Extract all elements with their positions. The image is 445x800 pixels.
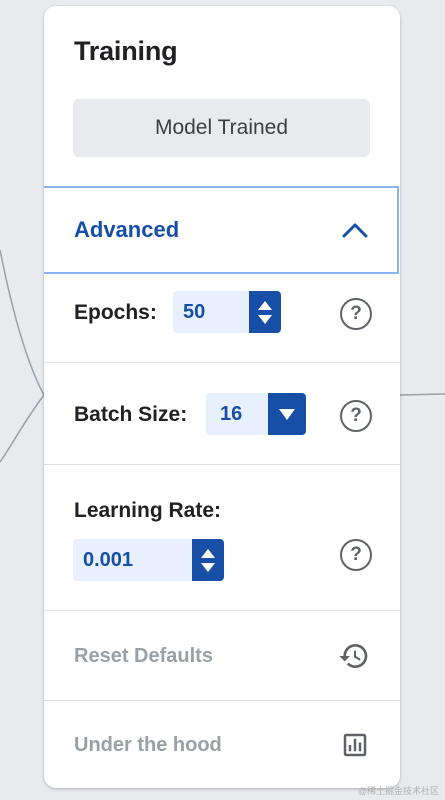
triangle-up-icon[interactable]: [258, 300, 272, 310]
epochs-help-icon[interactable]: ?: [340, 298, 372, 330]
dropdown-button[interactable]: [268, 393, 306, 435]
divider: [44, 362, 400, 363]
epochs-value[interactable]: 50: [173, 291, 249, 333]
batch-size-label: Batch Size:: [74, 403, 188, 426]
model-trained-button[interactable]: Model Trained: [73, 99, 370, 157]
learning-rate-value[interactable]: 0.001: [73, 539, 192, 581]
batch-size-value[interactable]: 16: [206, 393, 268, 435]
triangle-down-icon[interactable]: [201, 562, 215, 572]
chevron-up-icon: [342, 223, 368, 238]
watermark: @稀土掘金技术社区: [357, 786, 439, 796]
learning-rate-stepper-buttons[interactable]: [192, 539, 224, 581]
history-icon[interactable]: [338, 640, 370, 672]
epochs-label: Epochs:: [74, 301, 157, 324]
batch-size-help-icon[interactable]: ?: [340, 400, 372, 432]
divider: [44, 610, 400, 611]
panel-title: Training: [74, 36, 178, 66]
advanced-label: Advanced: [74, 217, 180, 242]
divider: [44, 464, 400, 465]
bar-chart-icon[interactable]: [340, 730, 370, 760]
learning-rate-help-icon[interactable]: ?: [340, 539, 372, 571]
epochs-stepper-buttons[interactable]: [249, 291, 281, 333]
epochs-stepper[interactable]: 50: [173, 291, 281, 333]
advanced-section-toggle[interactable]: Advanced: [44, 186, 399, 274]
triangle-down-icon[interactable]: [258, 314, 272, 324]
divider: [44, 700, 400, 701]
triangle-up-icon[interactable]: [201, 548, 215, 558]
batch-size-select[interactable]: 16: [206, 393, 306, 435]
learning-rate-stepper[interactable]: 0.001: [73, 539, 224, 581]
training-panel: Training Model Trained Advanced Epochs: …: [44, 6, 400, 788]
dropdown-arrow-icon[interactable]: [279, 408, 295, 420]
learning-rate-label: Learning Rate:: [74, 499, 222, 522]
reset-defaults-link[interactable]: Reset Defaults: [74, 645, 213, 668]
under-the-hood-link[interactable]: Under the hood: [74, 734, 222, 757]
